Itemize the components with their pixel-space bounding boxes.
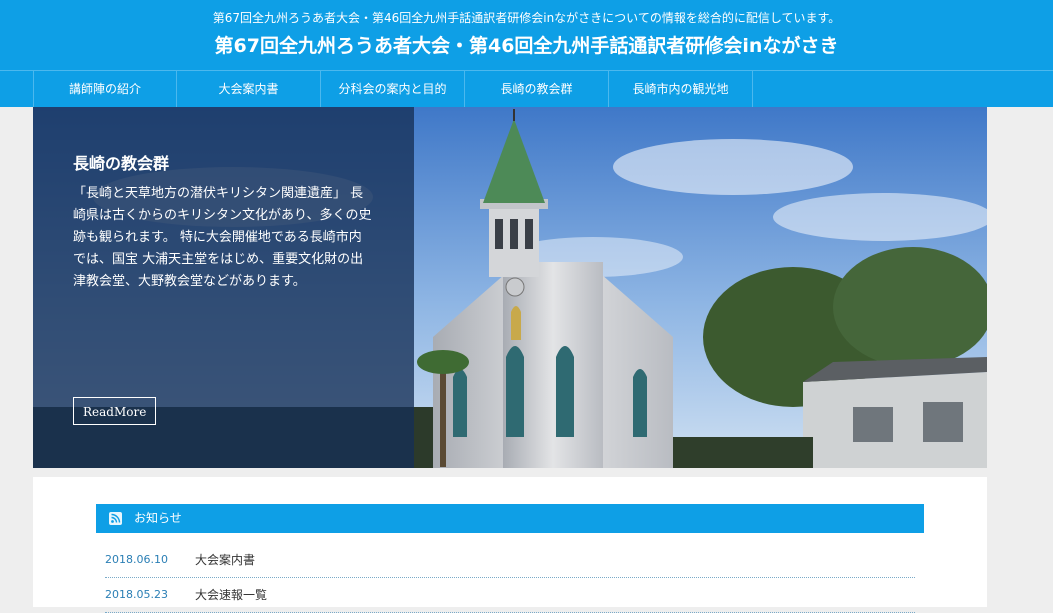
- news-item: 2018.05.23 大会速報一覧: [105, 578, 915, 613]
- nav-item-sightseeing[interactable]: 長崎市内の観光地: [609, 71, 753, 107]
- news-item: 2018.06.10 大会案内書: [105, 543, 915, 578]
- nav-item-churches[interactable]: 長崎の教会群: [465, 71, 609, 107]
- site-header: 第67回全九州ろうあ者大会・第46回全九州手話通訳者研修会inながさきについての…: [0, 0, 1053, 70]
- news-title-link[interactable]: 大会案内書: [195, 543, 255, 577]
- site-description: 第67回全九州ろうあ者大会・第46回全九州手話通訳者研修会inながさきについての…: [212, 11, 841, 25]
- news-heading: お知らせ: [134, 511, 182, 525]
- main-nav: 講師陣の紹介 大会案内書 分科会の案内と目的 長崎の教会群 長崎市内の観光地: [0, 70, 1053, 107]
- hero-slider: 長崎の教会群 「長崎と天草地方の潜伏キリシタン関連遺産」 長崎県は古くからのキリ…: [33, 107, 987, 468]
- nav-item-sessions[interactable]: 分科会の案内と目的: [321, 71, 465, 107]
- news-header: お知らせ: [96, 504, 924, 533]
- news-date: 2018.06.10: [105, 553, 168, 566]
- hero-caption-panel: 長崎の教会群 「長崎と天草地方の潜伏キリシタン関連遺産」 長崎県は古くからのキリ…: [33, 107, 414, 468]
- content-area: お知らせ 2018.06.10 大会案内書 2018.05.23 大会速報一覧: [33, 477, 987, 613]
- hero-text: 「長崎と天草地方の潜伏キリシタン関連遺産」 長崎県は古くからのキリシタン文化があ…: [73, 186, 372, 289]
- nav-item-lecturers[interactable]: 講師陣の紹介: [33, 71, 177, 107]
- readmore-button[interactable]: ReadMore: [73, 397, 157, 425]
- nav-item-guide[interactable]: 大会案内書: [177, 71, 321, 107]
- hero-heading: 長崎の教会群: [73, 154, 170, 173]
- site-title[interactable]: 第67回全九州ろうあ者大会・第46回全九州手話通訳者研修会inながさき: [0, 33, 1053, 59]
- rss-icon: [109, 512, 122, 525]
